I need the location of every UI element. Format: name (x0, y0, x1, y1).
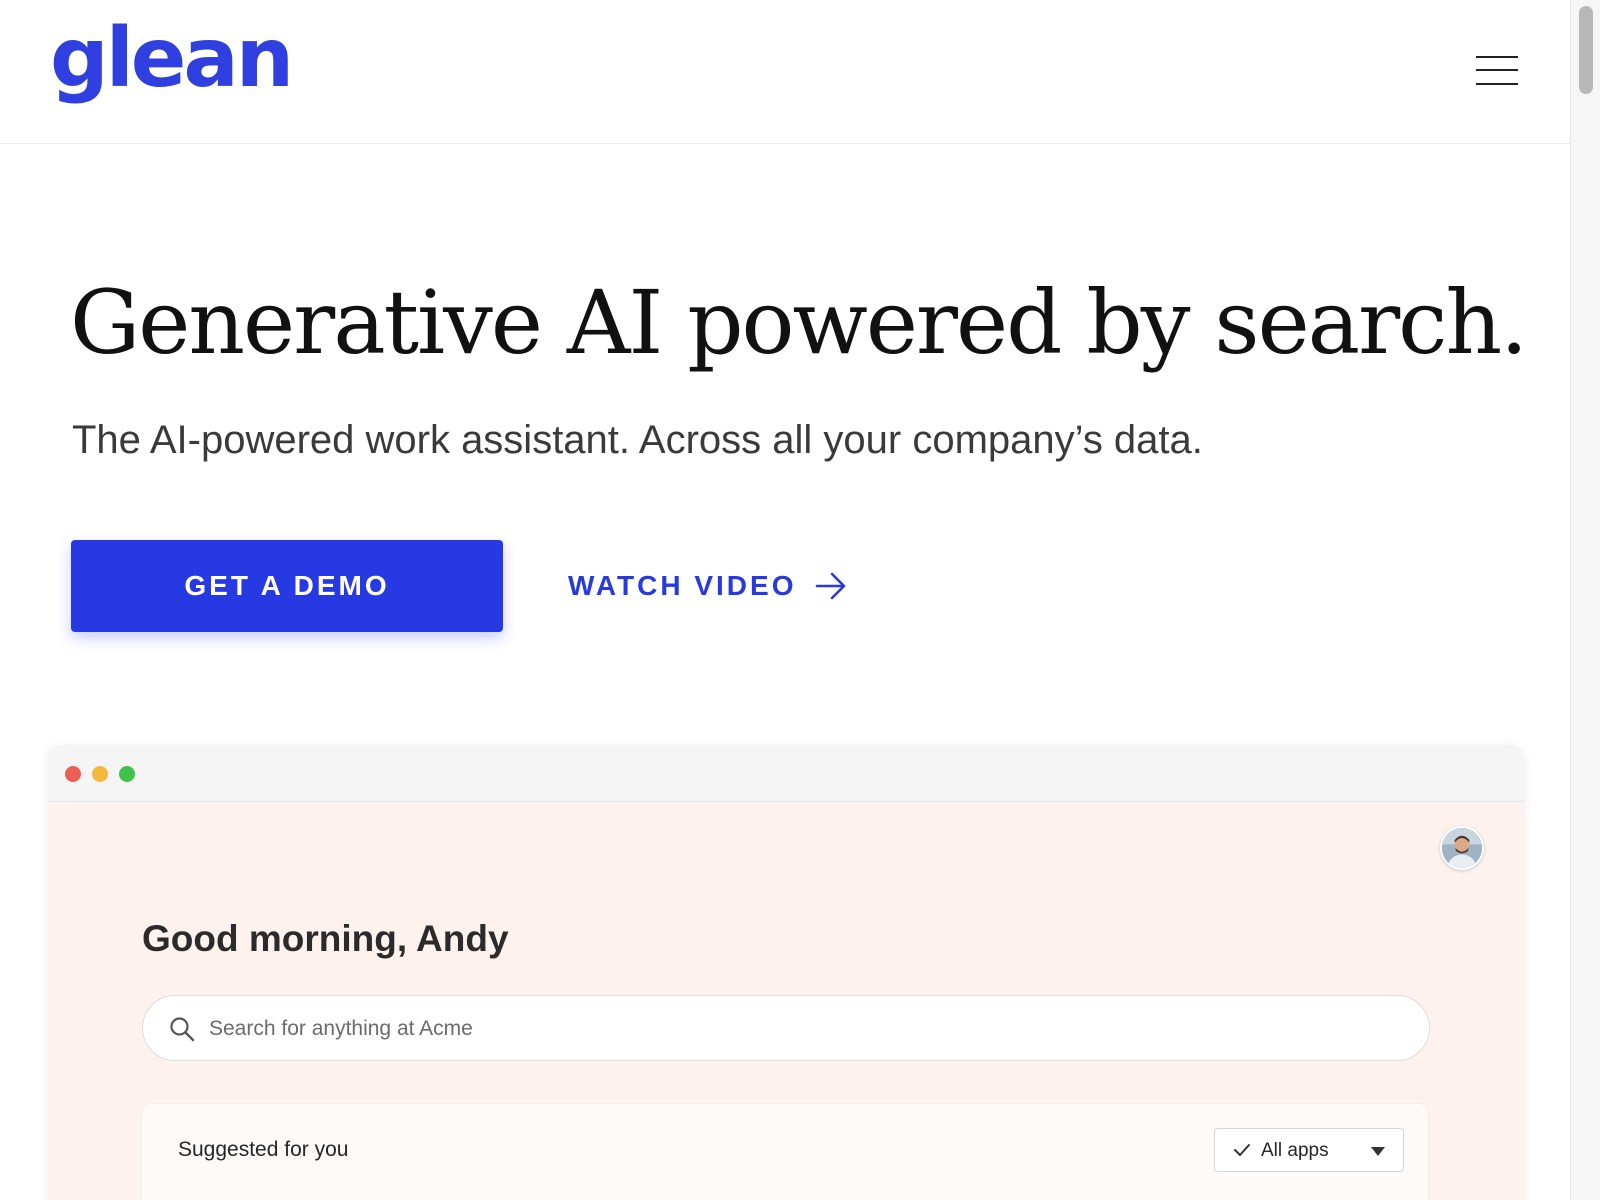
hamburger-menu-icon[interactable] (1476, 54, 1518, 88)
caret-down-icon (1371, 1147, 1385, 1156)
arrow-right-icon (816, 572, 846, 600)
watch-video-label: WATCH VIDEO (568, 570, 797, 601)
user-avatar[interactable] (1440, 826, 1484, 870)
app-preview-window: Good morning, Andy Suggested for you All… (48, 745, 1524, 1200)
all-apps-dropdown[interactable]: All apps (1214, 1128, 1404, 1172)
get-a-demo-button[interactable]: GET A DEMO (71, 540, 503, 632)
hero-subtitle: The AI-powered work assistant. Across al… (72, 418, 1203, 462)
search-input[interactable] (209, 1008, 1389, 1050)
watch-video-link[interactable]: WATCH VIDEO (568, 566, 848, 606)
site-header: glean (0, 0, 1570, 144)
close-dot-icon (65, 766, 81, 782)
avatar-portrait-icon (1442, 828, 1482, 868)
check-icon (1234, 1144, 1250, 1156)
zoom-dot-icon (119, 766, 135, 782)
menu-line (1476, 56, 1518, 58)
search-icon (170, 1017, 195, 1042)
hero-title: Generative AI powered by search. (70, 271, 1528, 374)
all-apps-label: All apps (1261, 1140, 1329, 1161)
glean-logo[interactable]: glean (50, 18, 294, 100)
app-preview-body: Good morning, Andy Suggested for you All… (48, 802, 1524, 1200)
window-titlebar (48, 745, 1524, 802)
suggested-title: Suggested for you (178, 1138, 349, 1161)
page-scrollbar[interactable] (1570, 0, 1600, 1200)
menu-line (1476, 83, 1518, 85)
suggested-card: Suggested for you All apps (142, 1104, 1428, 1200)
page: glean Generative AI powered by search. T… (0, 0, 1600, 1200)
scrollbar-thumb[interactable] (1579, 6, 1593, 94)
greeting-heading: Good morning, Andy (142, 918, 509, 959)
menu-line (1476, 69, 1518, 71)
minimize-dot-icon (92, 766, 108, 782)
search-bar[interactable] (142, 995, 1430, 1061)
